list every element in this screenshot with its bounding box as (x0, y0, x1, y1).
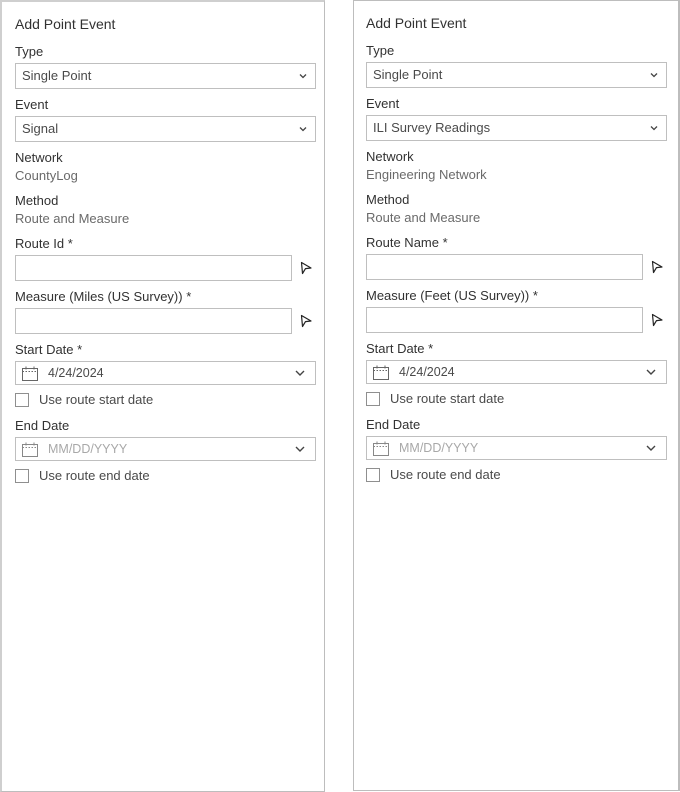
start-date-label: Start Date * (366, 341, 434, 356)
network-label: Network (366, 149, 414, 164)
network-value: Engineering Network (366, 167, 487, 182)
panel-title: Add Point Event (15, 16, 116, 32)
panel-content: Add Point Event Type Single Point Event … (15, 14, 317, 487)
add-point-event-panel-engineering: Add Point Event Type Single Point Event … (353, 0, 680, 791)
event-select[interactable]: Signal (15, 116, 316, 142)
start-date-value: 4/24/2024 (399, 365, 455, 379)
use-route-end-date-checkbox[interactable]: Use route end date (366, 464, 668, 486)
end-date-placeholder: MM/DD/YYYY (399, 441, 479, 455)
type-select[interactable]: Single Point (366, 62, 667, 88)
use-route-start-date-label: Use route start date (390, 391, 505, 406)
chevron-down-icon (646, 369, 656, 375)
chevron-down-icon (299, 74, 307, 79)
calendar-icon (22, 442, 38, 457)
use-route-end-date-checkbox[interactable]: Use route end date (15, 465, 317, 487)
type-select-value: Single Point (22, 68, 92, 83)
end-date-picker[interactable]: MM/DD/YYYY (366, 436, 667, 460)
chevron-down-icon (295, 446, 305, 452)
method-value: Route and Measure (366, 210, 481, 225)
select-on-map-arrow-icon[interactable] (650, 260, 664, 274)
route-label: Route Id * (15, 236, 73, 251)
method-value: Route and Measure (15, 211, 130, 226)
start-date-picker[interactable]: 4/24/2024 (366, 360, 667, 384)
end-date-label: End Date (15, 418, 70, 433)
calendar-icon (373, 365, 389, 380)
event-label: Event (15, 97, 49, 112)
method-label: Method (15, 193, 59, 208)
method-label: Method (366, 192, 410, 207)
measure-label: Measure (Miles (US Survey)) * (15, 289, 192, 304)
use-route-start-date-label: Use route start date (39, 392, 154, 407)
add-point-event-panel-countylog: Add Point Event Type Single Point Event … (0, 0, 325, 792)
measure-row (366, 307, 668, 333)
network-label: Network (15, 150, 63, 165)
event-label: Event (366, 96, 400, 111)
use-route-start-date-checkbox[interactable]: Use route start date (366, 388, 668, 410)
chevron-down-icon (650, 73, 658, 78)
type-select[interactable]: Single Point (15, 63, 316, 89)
measure-input[interactable] (15, 308, 292, 334)
checkbox-box[interactable] (366, 468, 380, 482)
use-route-start-date-checkbox[interactable]: Use route start date (15, 389, 317, 411)
select-on-map-arrow-icon[interactable] (299, 314, 313, 328)
route-row (366, 254, 668, 280)
checkbox-box[interactable] (15, 469, 29, 483)
chevron-down-icon (650, 126, 658, 131)
type-label: Type (366, 43, 395, 58)
checkbox-box[interactable] (366, 392, 380, 406)
event-select-value: Signal (22, 121, 59, 136)
measure-label: Measure (Feet (US Survey)) * (366, 288, 538, 303)
measure-input[interactable] (366, 307, 643, 333)
event-select[interactable]: ILI Survey Readings (366, 115, 667, 141)
type-select-value: Single Point (373, 67, 443, 82)
calendar-icon (373, 441, 389, 456)
route-label: Route Name * (366, 235, 448, 250)
panel-title: Add Point Event (366, 15, 467, 31)
chevron-down-icon (646, 445, 656, 451)
start-date-picker[interactable]: 4/24/2024 (15, 361, 316, 385)
end-date-picker[interactable]: MM/DD/YYYY (15, 437, 316, 461)
network-value: CountyLog (15, 168, 78, 183)
end-date-placeholder: MM/DD/YYYY (48, 442, 128, 456)
use-route-end-date-label: Use route end date (39, 468, 150, 483)
use-route-end-date-label: Use route end date (390, 467, 501, 482)
chevron-down-icon (299, 127, 307, 132)
calendar-icon (22, 366, 38, 381)
start-date-value: 4/24/2024 (48, 366, 104, 380)
start-date-label: Start Date * (15, 342, 83, 357)
select-on-map-arrow-icon[interactable] (650, 313, 664, 327)
route-input[interactable] (15, 255, 292, 281)
checkbox-box[interactable] (15, 393, 29, 407)
measure-row (15, 308, 317, 334)
event-select-value: ILI Survey Readings (373, 120, 491, 135)
type-label: Type (15, 44, 44, 59)
panel-content: Add Point Event Type Single Point Event … (366, 13, 668, 486)
end-date-label: End Date (366, 417, 421, 432)
route-row (15, 255, 317, 281)
route-input[interactable] (366, 254, 643, 280)
select-on-map-arrow-icon[interactable] (299, 261, 313, 275)
chevron-down-icon (295, 370, 305, 376)
